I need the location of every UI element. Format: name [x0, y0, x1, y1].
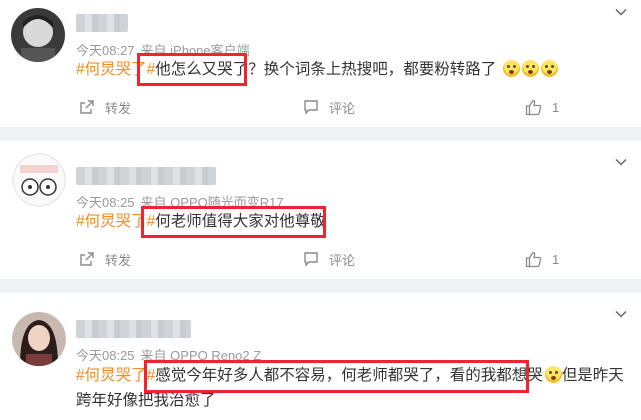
share-icon — [80, 252, 94, 266]
like-button[interactable]: 1 — [525, 93, 559, 121]
repost-label: 转发 — [105, 100, 132, 116]
post-time: 今天08:25 — [76, 348, 135, 363]
like-button[interactable]: 1 — [525, 245, 559, 273]
chevron-down-icon[interactable] — [615, 308, 627, 320]
like-count: 1 — [552, 251, 560, 267]
thumbs-up-icon — [525, 99, 542, 115]
comment-feed: 今天08:27 来自 iPhone客户端 #何炅哭了#他怎么又哭了？换个词条上热搜… — [0, 0, 641, 420]
repost-label: 转发 — [105, 252, 132, 268]
share-icon — [80, 100, 94, 114]
comment-button[interactable]: 评论 — [303, 93, 355, 121]
post-time: 今天08:25 — [76, 195, 135, 210]
thumbs-up-icon — [525, 251, 542, 267]
comment-card: 今天08:25 来自 OPPO Reno2 Z #何炅哭了#感觉今年好多人都不容易… — [0, 293, 641, 420]
action-bar: 转发 评论 1 — [0, 93, 641, 121]
avatar[interactable] — [11, 8, 65, 62]
comment-card: 今天08:25 来自 OPPO随光而变R17 #何炅哭了#何老师值得大家对他尊敬 … — [0, 141, 641, 279]
username-blurred[interactable] — [76, 14, 128, 32]
comment-button[interactable]: 评论 — [303, 245, 355, 273]
comment-icon — [304, 100, 318, 115]
avatar[interactable] — [12, 312, 66, 366]
post-time: 今天08:27 — [76, 43, 135, 58]
comment-icon — [304, 252, 318, 267]
chevron-down-icon[interactable] — [615, 6, 627, 18]
highlight-box — [141, 206, 326, 238]
comment-card: 今天08:27 来自 iPhone客户端 #何炅哭了#他怎么又哭了？换个词条上热搜… — [0, 0, 641, 127]
repost-button[interactable]: 转发 — [79, 93, 131, 121]
chevron-down-icon[interactable] — [615, 156, 627, 168]
highlight-box — [137, 53, 247, 86]
repost-button[interactable]: 转发 — [79, 245, 131, 273]
username-blurred[interactable] — [76, 320, 191, 338]
divider — [0, 127, 641, 141]
emoji-icon — [502, 60, 520, 77]
comment-label: 评论 — [329, 252, 356, 268]
crying-emoji-icon — [544, 366, 562, 383]
divider — [0, 279, 641, 293]
username-blurred[interactable] — [76, 167, 216, 185]
avatar[interactable] — [12, 153, 66, 207]
emoji-icon — [540, 60, 558, 77]
like-count: 1 — [552, 99, 560, 115]
action-bar: 转发 评论 1 — [0, 245, 641, 273]
highlight-box — [144, 360, 529, 393]
emoji-icon — [521, 60, 539, 77]
comment-label: 评论 — [329, 100, 356, 116]
